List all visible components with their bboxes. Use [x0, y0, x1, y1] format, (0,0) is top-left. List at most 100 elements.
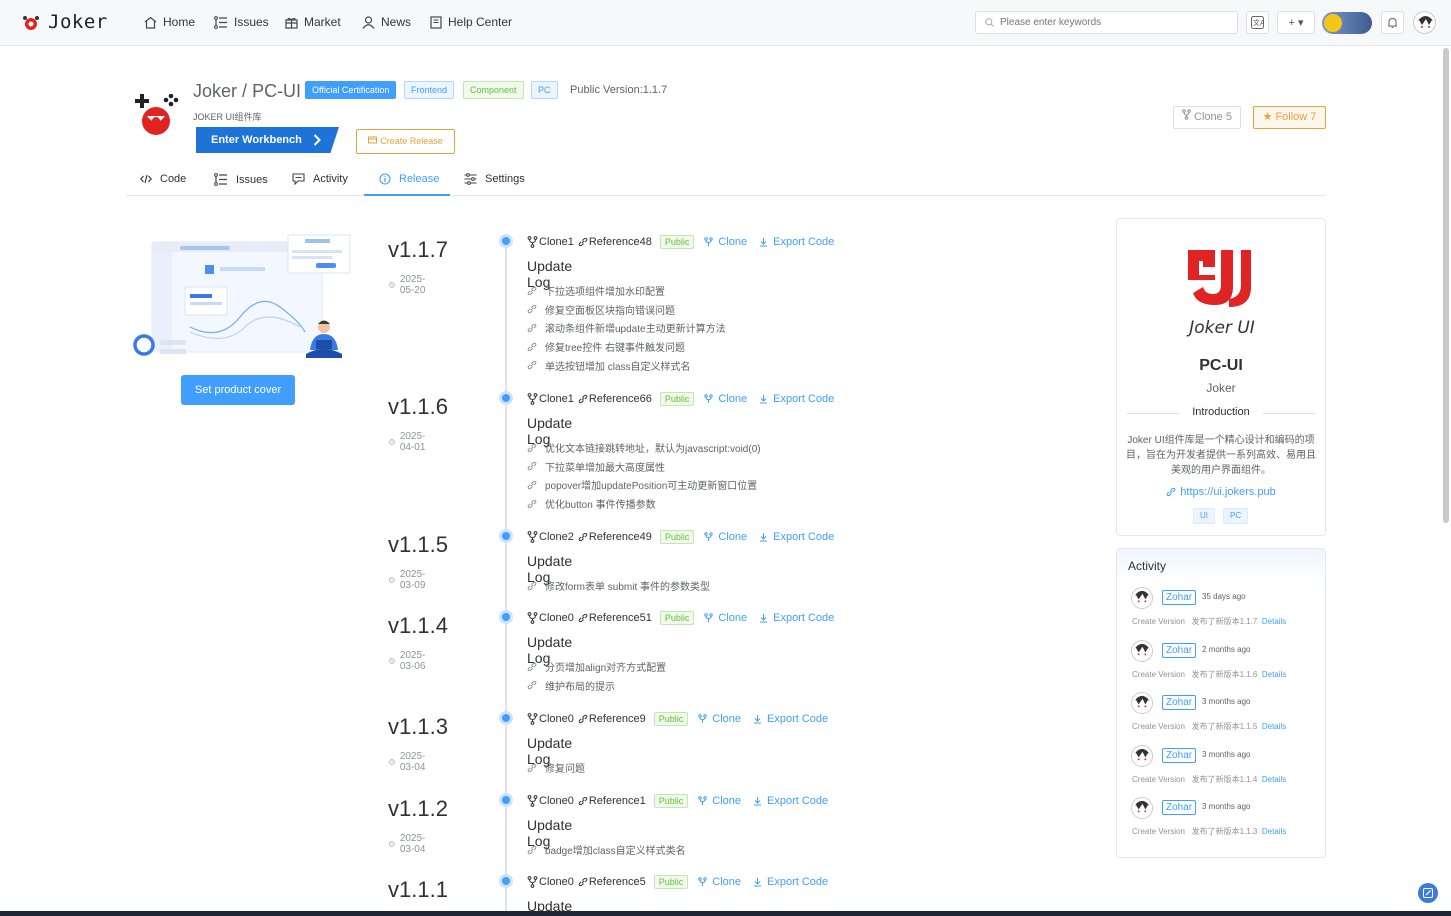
- search-box[interactable]: [975, 11, 1238, 34]
- export-code-link[interactable]: Export Code: [759, 612, 834, 624]
- user-avatar[interactable]: [1413, 11, 1436, 34]
- create-release-button[interactable]: Create Release: [356, 129, 455, 154]
- card-tag-pc: PC: [1223, 508, 1249, 524]
- activity-action: Create Version: [1132, 827, 1185, 836]
- export-code-link[interactable]: Export Code: [759, 531, 834, 543]
- nav-home[interactable]: Home: [144, 15, 195, 29]
- release-clone-link[interactable]: Clone: [704, 236, 747, 248]
- clone-count-text: Clone0: [539, 876, 574, 888]
- activity-user[interactable]: Zohar: [1162, 747, 1197, 763]
- project-owner[interactable]: Joker: [193, 81, 237, 101]
- nav-help-center[interactable]: Help Center: [430, 15, 512, 29]
- clone-count-text: Clone0: [539, 795, 574, 807]
- update-log-item: 优化文本链接跳转地址，默认为javascript:void(0): [527, 440, 761, 455]
- follow-button[interactable]: ★ Follow 7: [1253, 106, 1326, 129]
- export-code-link[interactable]: Export Code: [753, 713, 828, 725]
- activity-avatar[interactable]: [1131, 639, 1153, 662]
- activity-user[interactable]: Zohar: [1162, 800, 1197, 815]
- activity-details-link[interactable]: Details: [1262, 617, 1286, 626]
- tab-code[interactable]: Code: [140, 173, 186, 185]
- activity-details-link[interactable]: Details: [1262, 670, 1286, 679]
- nav-issues[interactable]: Issues: [214, 15, 269, 29]
- export-code-link[interactable]: Export Code: [759, 393, 834, 405]
- release-clone-link[interactable]: Clone: [704, 531, 747, 543]
- clone-count-text: Clone0: [539, 713, 574, 725]
- project-name[interactable]: PC-UI: [252, 81, 301, 101]
- update-log-text: 下拉选项组件增加水印配置: [545, 287, 665, 298]
- timeline-dot: [499, 610, 513, 624]
- activity-panel: Activity Zohar 35 days ago Create Version …: [1116, 548, 1326, 858]
- clown-logo-icon: [23, 16, 39, 30]
- release-clone-label: Clone: [718, 531, 748, 543]
- activity-action: Create Version: [1132, 617, 1185, 626]
- reference-count: Reference9: [578, 713, 646, 725]
- tab-activity[interactable]: Activity: [292, 173, 348, 185]
- release-clone-link[interactable]: Clone: [704, 612, 747, 624]
- release-date-text: 2025-03-04: [399, 833, 426, 855]
- release-clone-link[interactable]: Clone: [698, 713, 741, 725]
- export-code-label: Export Code: [773, 612, 835, 624]
- release-clone-link[interactable]: Clone: [698, 876, 741, 888]
- release-meta: Clone0 Reference51 Public Clone Export Code: [527, 611, 846, 625]
- update-log-text: popover增加updatePosition可主动更新窗口位置: [545, 481, 758, 493]
- translate-button[interactable]: 文A: [1246, 11, 1269, 34]
- export-code-link[interactable]: Export Code: [759, 236, 834, 248]
- clone-button[interactable]: Clone 5: [1173, 106, 1241, 129]
- project-url-link[interactable]: https://ui.jokers.pub: [1117, 486, 1325, 498]
- fork-icon: [527, 713, 538, 725]
- activity-user[interactable]: Zohar: [1162, 642, 1197, 658]
- download-icon: [760, 238, 768, 247]
- nav-news[interactable]: News: [362, 15, 411, 29]
- activity-user[interactable]: Zohar: [1162, 590, 1197, 605]
- set-product-cover-button[interactable]: Set product cover: [181, 375, 295, 405]
- clone-count: Clone1: [527, 236, 574, 248]
- brand-logo[interactable]: Joker: [22, 11, 108, 33]
- fork-icon: [527, 393, 538, 405]
- reference-count: Reference49: [578, 531, 652, 543]
- activity-action: Create Version: [1132, 774, 1185, 784]
- clone-count-text: Clone1: [539, 393, 574, 405]
- clock-icon: [389, 577, 395, 583]
- create-dropdown-button[interactable]: + ▾: [1277, 11, 1315, 34]
- search-input[interactable]: [1000, 17, 1220, 28]
- tab-release[interactable]: Release: [379, 173, 439, 185]
- tab-settings[interactable]: Settings: [464, 173, 525, 185]
- enter-workbench-button[interactable]: Enter Workbench: [196, 127, 339, 153]
- feedback-button[interactable]: [1418, 883, 1438, 903]
- update-log-text: 优化button 事件传播参数: [545, 500, 656, 512]
- timeline-line: [505, 241, 507, 916]
- timeline-dot: [499, 711, 513, 725]
- tab-issues[interactable]: Issues: [214, 173, 268, 186]
- release-clone-link[interactable]: Clone: [698, 795, 741, 807]
- release-date: 2025-03-04: [389, 751, 430, 773]
- activity-avatar[interactable]: [1131, 797, 1153, 819]
- notification-button[interactable]: [1381, 11, 1404, 34]
- activity-text: 发布了新版本1.1.7: [1191, 617, 1258, 626]
- activity-avatar[interactable]: [1131, 587, 1153, 609]
- active-tab-indicator: [364, 194, 450, 196]
- update-log-text: 滚动条组件新增update主动更新计算方法: [545, 324, 726, 336]
- fork-icon: [704, 613, 714, 622]
- update-log-text: 优化文本链接跳转地址，默认为javascript:void(0): [545, 444, 761, 455]
- activity-avatar[interactable]: [1131, 692, 1153, 714]
- translate-icon: 文A: [1251, 16, 1264, 29]
- reference-count-text: Reference9: [588, 713, 646, 725]
- release-date-text: 2025-05-20: [399, 274, 426, 296]
- export-code-link[interactable]: Export Code: [753, 795, 828, 807]
- theme-toggle[interactable]: [1322, 12, 1372, 34]
- nav-market[interactable]: Market: [285, 15, 341, 29]
- activity-details-link[interactable]: Details: [1262, 827, 1286, 836]
- activity-user[interactable]: Zohar: [1162, 695, 1197, 710]
- activity-details-link[interactable]: Details: [1262, 722, 1286, 731]
- release-clone-label: Clone: [712, 876, 741, 888]
- top-navbar: Joker Home Issues Market News Help Cente…: [0, 0, 1451, 46]
- timeline-dot: [499, 793, 513, 807]
- update-log-item: 修复问题: [527, 760, 585, 775]
- export-code-link[interactable]: Export Code: [753, 876, 828, 888]
- activity-avatar[interactable]: [1131, 744, 1153, 767]
- fork-icon: [698, 877, 707, 886]
- page-scrollbar[interactable]: [1443, 48, 1449, 523]
- release-clone-link[interactable]: Clone: [704, 393, 747, 405]
- release-meta: Clone2 Reference49 Public Clone Export Code: [527, 530, 846, 544]
- activity-details-link[interactable]: Details: [1262, 775, 1286, 784]
